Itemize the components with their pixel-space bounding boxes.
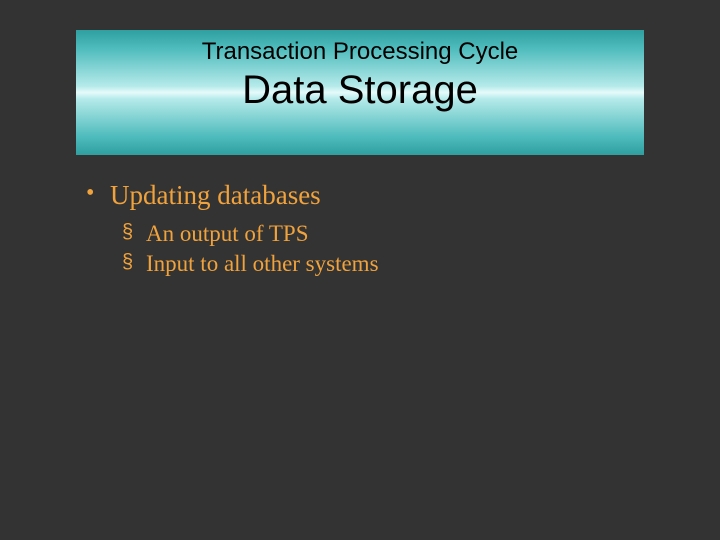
slide: Transaction Processing Cycle Data Storag… xyxy=(0,0,720,540)
title-overline: Transaction Processing Cycle xyxy=(76,38,644,66)
slide-body: Updating databases An output of TPS Inpu… xyxy=(86,180,646,281)
title-main: Data Storage xyxy=(76,68,644,113)
bullet-level1: Updating databases xyxy=(86,180,646,211)
title-box: Transaction Processing Cycle Data Storag… xyxy=(76,30,644,155)
bullet-level2: Input to all other systems xyxy=(122,251,646,277)
bullet-level2: An output of TPS xyxy=(122,221,646,247)
